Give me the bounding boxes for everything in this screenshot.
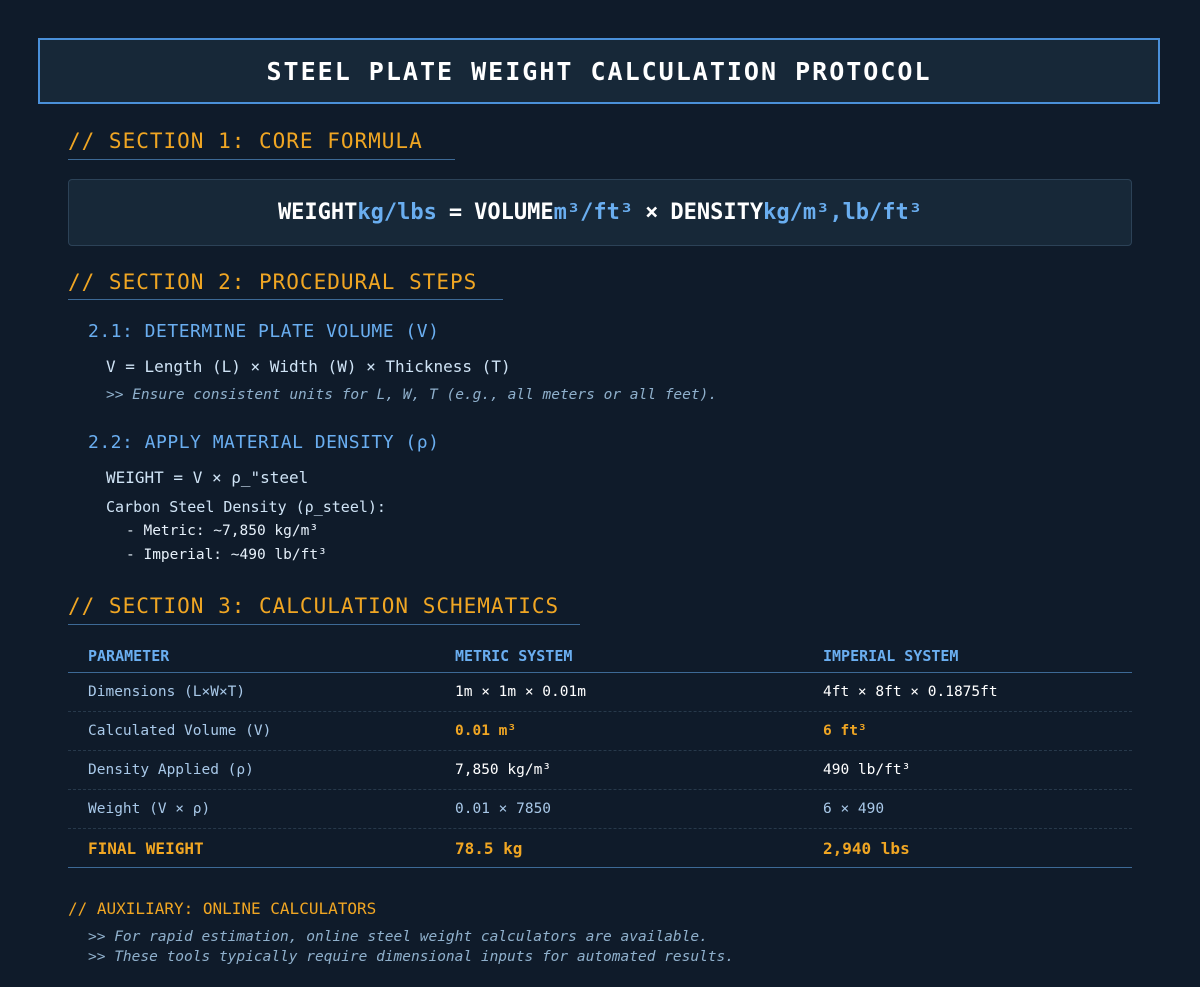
units-note: >> Ensure consistent units for L, W, T (… [106,387,718,403]
core-formula: WEIGHT kg/lbs = VOLUME m³/ft³ × DENSITY kg/… [68,179,1132,246]
weight-equation: WEIGHT = V × ρ_"steel [106,468,309,487]
section-2-rule [68,299,503,300]
row-label: Dimensions (L×W×T) [88,684,246,700]
table-final-row: FINAL WEIGHT 78.5 kg 2,940 lbs [68,829,1132,868]
header-metric: METRIC SYSTEM [455,647,573,665]
formula-density: DENSITY [670,200,764,225]
section-1-rule [68,159,455,160]
density-label: Carbon Steel Density (ρ_steel): [106,498,386,516]
row-imperial-value: 4ft × 8ft × 0.1875ft [823,684,998,700]
row-metric-value: 1m × 1m × 0.01m [455,684,586,700]
table-row: Density Applied (ρ) 7,850 kg/m³ 490 lb/f… [68,751,1132,790]
section-1-heading: // SECTION 1: CORE FORMULA [68,129,423,153]
row-imperial-value: 490 lb/ft³ [823,762,911,778]
formula-density-unit: kg/m³,lb/ft³ [763,200,923,225]
calculation-table: PARAMETER METRIC SYSTEM IMPERIAL SYSTEM … [68,640,1132,868]
section-2-heading: // SECTION 2: PROCEDURAL STEPS [68,270,478,294]
header-parameter: PARAMETER [88,647,170,665]
formula-weight-unit: kg/lbs [357,200,437,225]
auxiliary-line: >> These tools typically require dimensi… [88,949,735,965]
row-metric-value: 7,850 kg/m³ [455,762,552,778]
auxiliary-line: >> For rapid estimation, online steel we… [88,929,708,945]
title-banner: STEEL PLATE WEIGHT CALCULATION PROTOCOL [38,38,1160,104]
formula-equals: = [448,200,463,225]
table-row: Calculated Volume (V) 0.01 m³ 6 ft³ [68,712,1132,751]
step-2-2-title: 2.2: APPLY MATERIAL DENSITY (ρ) [88,432,440,453]
formula-volume-unit: m³/ft³ [553,200,634,225]
step-2-1-title: 2.1: DETERMINE PLATE VOLUME (V) [88,321,440,342]
density-metric: - Metric: ~7,850 kg/m³ [126,523,319,539]
page-title: STEEL PLATE WEIGHT CALCULATION PROTOCOL [266,56,932,86]
volume-equation: V = Length (L) × Width (W) × Thickness (… [106,357,511,376]
row-metric-value: 0.01 m³ [455,723,517,739]
final-weight-label: FINAL WEIGHT [88,838,204,858]
row-imperial-value: 6 × 490 [823,801,885,817]
final-weight-metric: 78.5 kg [455,838,523,858]
row-metric-value: 0.01 × 7850 [455,801,552,817]
row-label: Calculated Volume (V) [88,723,272,739]
table-row: Dimensions (L×W×T) 1m × 1m × 0.01m 4ft ×… [68,673,1132,712]
row-label: Weight (V × ρ) [88,801,211,817]
header-imperial: IMPERIAL SYSTEM [823,647,959,665]
formula-volume: VOLUME [474,200,554,225]
section-3-heading: // SECTION 3: CALCULATION SCHEMATICS [68,594,560,618]
section-3-rule [68,624,580,625]
row-label: Density Applied (ρ) [88,762,254,778]
formula-times: × [645,200,659,225]
final-weight-imperial: 2,940 lbs [823,838,910,858]
table-header-row: PARAMETER METRIC SYSTEM IMPERIAL SYSTEM [68,640,1132,673]
table-row: Weight (V × ρ) 0.01 × 7850 6 × 490 [68,790,1132,829]
density-imperial: - Imperial: ~490 lb/ft³ [126,547,327,563]
formula-weight: WEIGHT [277,200,358,225]
row-imperial-value: 6 ft³ [823,723,867,739]
auxiliary-heading: // AUXILIARY: ONLINE CALCULATORS [68,899,377,918]
